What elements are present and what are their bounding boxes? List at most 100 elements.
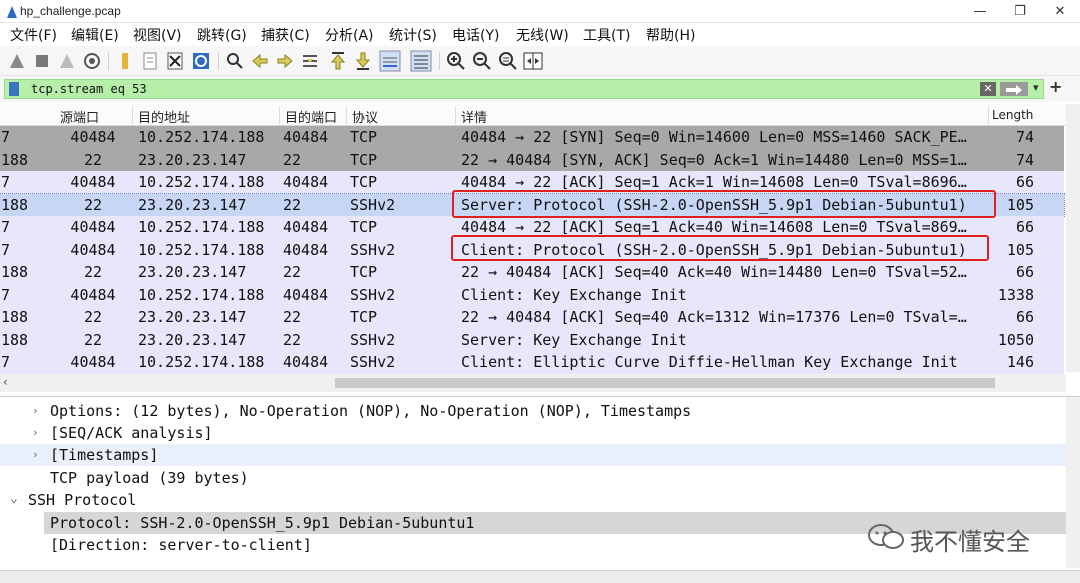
menu-wireless[interactable]: 无线(W)	[516, 25, 569, 45]
cell-src-port: 40484	[70, 173, 116, 191]
cell-src-port: 22	[83, 195, 103, 214]
cell-number: 188	[1, 150, 29, 169]
cell-info: 22 → 40484 [ACK] Seq=40 Ack=40 Win=14480…	[461, 263, 967, 281]
cell-dst-port: 40484	[283, 218, 329, 236]
cell-length: 66	[1015, 218, 1034, 236]
colorize-icon[interactable]	[410, 50, 432, 72]
column-header-length[interactable]: Length	[992, 108, 1033, 122]
restore-button[interactable]: ❐	[1000, 0, 1040, 23]
packet-row[interactable]: 188 22 23.20.23.147 22 TCP 22 → 40484 [ACK] S…	[0, 261, 1064, 284]
go-back-icon[interactable]	[249, 50, 271, 72]
packet-row[interactable]: 7 40484 10.252.174.188 40484 SSHv2 Client: Ke…	[0, 283, 1064, 306]
cell-info: Server: Key Exchange Init	[461, 330, 687, 349]
packet-row[interactable]: 7 40484 10.252.174.188 40484 SSHv2 Client: El…	[0, 351, 1064, 374]
go-last-packet-icon[interactable]	[352, 50, 374, 72]
column-header-info[interactable]: 详情	[461, 107, 487, 126]
horizontal-scroll-thumb[interactable]	[335, 378, 995, 388]
packet-row[interactable]: 188 22 23.20.23.147 22 SSHv2 Server: Key Exch…	[0, 328, 1064, 351]
menu-analyze[interactable]: 分析(A)	[325, 25, 374, 45]
scroll-left-icon[interactable]: ‹	[3, 375, 8, 389]
reload-file-icon[interactable]	[190, 50, 212, 72]
start-capture-icon[interactable]	[6, 50, 28, 72]
add-filter-button-icon[interactable]: +	[1049, 77, 1062, 96]
go-forward-icon[interactable]	[274, 50, 296, 72]
expand-arrow-icon[interactable]: ›	[32, 448, 39, 461]
detail-row-seq-ack[interactable]: › [SEQ/ACK analysis]	[0, 422, 1066, 444]
menu-statistics[interactable]: 统计(S)	[389, 25, 437, 45]
packet-row[interactable]: 188 22 23.20.23.147 22 TCP 22 → 40484 [SYN, A…	[0, 148, 1064, 171]
cell-number: 7	[1, 240, 11, 259]
find-packet-icon[interactable]	[224, 50, 246, 72]
packet-list-horizontal-scrollbar[interactable]: ‹	[0, 374, 1066, 392]
open-file-icon[interactable]	[114, 50, 136, 72]
display-filter-text: tcp.stream eq 53	[31, 82, 147, 96]
menu-view[interactable]: 视图(V)	[133, 25, 182, 45]
cell-protocol: TCP	[350, 128, 378, 146]
cell-dst-addr: 23.20.23.147	[138, 330, 247, 349]
cell-dst-addr: 23.20.23.147	[138, 308, 247, 326]
minimize-button[interactable]: —	[960, 0, 1000, 23]
cell-src-port: 22	[83, 308, 103, 326]
column-header-dst-addr[interactable]: 目的地址	[138, 107, 190, 126]
cell-protocol: TCP	[350, 173, 378, 191]
save-file-icon[interactable]	[139, 50, 161, 72]
menu-go[interactable]: 跳转(G)	[197, 25, 247, 45]
resize-columns-icon[interactable]	[522, 50, 544, 72]
column-header-protocol[interactable]: 协议	[352, 107, 378, 126]
cell-length: 105	[1006, 240, 1034, 259]
cell-dst-port: 22	[283, 195, 302, 214]
zoom-normal-icon[interactable]	[497, 50, 519, 72]
expand-arrow-icon[interactable]: ›	[32, 404, 39, 417]
menu-telephony[interactable]: 电话(Y)	[452, 25, 499, 45]
cell-dst-port: 22	[283, 263, 302, 281]
cell-dst-addr: 10.252.174.188	[138, 285, 265, 304]
packet-list: 源端口 目的地址 目的端口 协议 详情 Length 7 40484 10.252.…	[0, 104, 1080, 394]
display-filter-input[interactable]: tcp.stream eq 53 ✕ ▾	[4, 79, 1044, 99]
detail-row-options[interactable]: › Options: (12 bytes), No-Operation (NOP…	[0, 400, 1066, 422]
zoom-in-icon[interactable]	[445, 50, 467, 72]
packet-list-vertical-scrollbar[interactable]	[1066, 104, 1080, 372]
detail-row-timestamps[interactable]: › [Timestamps]	[0, 444, 1066, 466]
cell-number: 7	[1, 353, 11, 371]
close-file-icon[interactable]	[164, 50, 186, 72]
menu-capture[interactable]: 捕获(C)	[261, 25, 310, 45]
menu-tools[interactable]: 工具(T)	[583, 25, 630, 45]
stop-capture-icon[interactable]	[31, 50, 53, 72]
autoscroll-icon[interactable]	[379, 50, 401, 72]
watermark-text: 我不懂安全	[910, 528, 1030, 556]
expand-arrow-icon[interactable]: ›	[32, 426, 39, 439]
capture-options-icon[interactable]	[81, 50, 103, 72]
zoom-out-icon[interactable]	[471, 50, 493, 72]
packet-row[interactable]: 7 40484 10.252.174.188 40484 TCP 40484 → 22 […	[0, 126, 1064, 149]
close-button[interactable]: ✕	[1040, 0, 1080, 23]
packet-list-header: 源端口 目的地址 目的端口 协议 详情 Length	[0, 104, 1080, 126]
detail-row-tcp-payload[interactable]: TCP payload (39 bytes)	[0, 467, 1066, 489]
cell-number: 7	[1, 173, 11, 191]
highlight-box-server-protocol	[452, 190, 996, 218]
cell-info: Client: Elliptic Curve Diffie-Hellman Ke…	[461, 353, 958, 371]
column-header-dst-port[interactable]: 目的端口	[285, 107, 337, 126]
menu-bar: 文件(F) 编辑(E) 视图(V) 跳转(G) 捕获(C) 分析(A) 统计(S…	[0, 23, 1080, 45]
menu-file[interactable]: 文件(F)	[10, 25, 57, 45]
column-header-src-port[interactable]: 源端口	[60, 107, 99, 126]
cell-protocol: TCP	[350, 218, 378, 236]
restart-capture-icon[interactable]	[56, 50, 78, 72]
cell-length: 1338	[997, 285, 1034, 304]
detail-row-ssh-protocol[interactable]: ⌄ SSH Protocol	[0, 489, 1066, 511]
collapse-arrow-icon[interactable]: ⌄	[10, 491, 18, 506]
cell-number: 188	[1, 330, 29, 349]
menu-edit[interactable]: 编辑(E)	[71, 25, 119, 45]
detail-row-direction[interactable]: [Direction: server-to-client]	[0, 534, 1066, 556]
details-vertical-scrollbar[interactable]	[1066, 397, 1080, 568]
filter-history-dropdown-icon[interactable]: ▾	[1033, 81, 1039, 94]
go-first-packet-icon[interactable]	[327, 50, 349, 72]
cell-dst-addr: 10.252.174.188	[138, 128, 265, 146]
packet-row[interactable]: 188 22 23.20.23.147 22 TCP 22 → 40484 [ACK] S…	[0, 306, 1064, 329]
apply-filter-icon[interactable]	[1000, 82, 1028, 96]
clear-filter-icon[interactable]: ✕	[980, 82, 996, 96]
filter-bookmark-icon[interactable]	[9, 82, 19, 96]
go-to-packet-icon[interactable]	[299, 50, 321, 72]
status-bar	[0, 570, 1080, 583]
menu-help[interactable]: 帮助(H)	[646, 25, 695, 45]
cell-dst-port: 40484	[283, 285, 329, 304]
